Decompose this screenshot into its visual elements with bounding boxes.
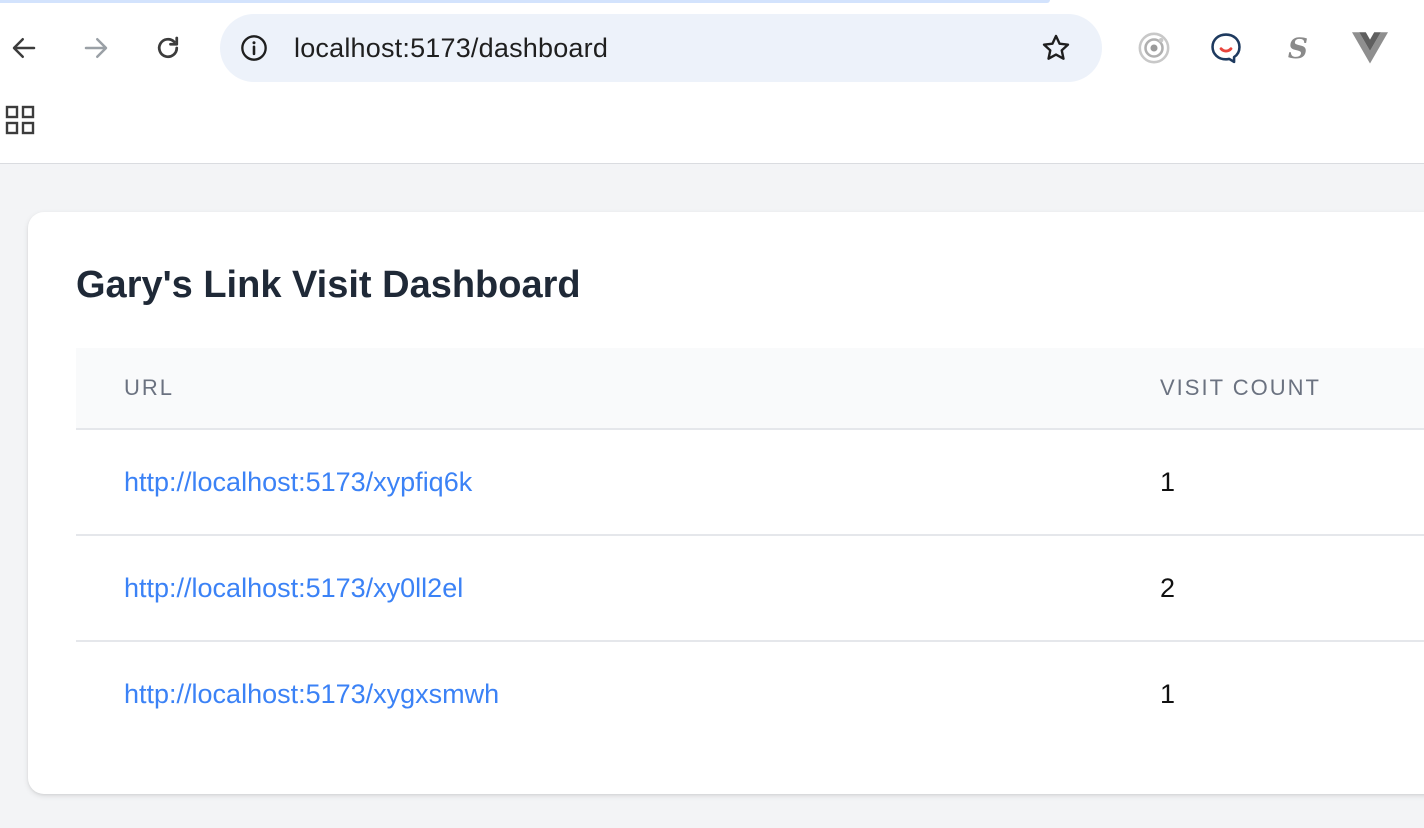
page-title: Gary's Link Visit Dashboard xyxy=(76,264,581,306)
forward-arrow-icon xyxy=(84,38,108,58)
link-url[interactable]: http://localhost:5173/xy0ll2el xyxy=(124,536,463,640)
table-row: http://localhost:5173/xypfiq6k 1 xyxy=(76,430,1424,536)
reload-icon xyxy=(157,36,179,59)
extension-vue-devtools[interactable] xyxy=(1346,24,1394,72)
extension-chat[interactable] xyxy=(1202,24,1250,72)
vue-devtools-icon xyxy=(1352,32,1388,64)
back-button[interactable] xyxy=(0,24,48,72)
table-row: http://localhost:5173/xy0ll2el 2 xyxy=(76,536,1424,642)
target-icon xyxy=(1138,32,1170,64)
forward-button[interactable] xyxy=(72,24,120,72)
link-url[interactable]: http://localhost:5173/xygxsmwh xyxy=(124,642,499,746)
visit-count: 1 xyxy=(1160,679,1176,709)
address-bar-url[interactable]: localhost:5173/dashboard xyxy=(294,14,608,82)
visit-count: 2 xyxy=(1160,573,1176,603)
column-header-url: URL xyxy=(124,375,175,400)
back-arrow-icon xyxy=(12,38,36,58)
apps-button[interactable] xyxy=(4,104,38,138)
table-row: http://localhost:5173/xygxsmwh 1 xyxy=(76,642,1424,748)
address-bar[interactable]: localhost:5173/dashboard xyxy=(220,14,1102,82)
s-letter-icon: S xyxy=(1287,31,1309,65)
table-header: URL VISIT COUNT xyxy=(76,348,1424,430)
extension-target[interactable] xyxy=(1130,24,1178,72)
visits-table: URL VISIT COUNT http://localhost:5173/xy… xyxy=(76,348,1424,748)
reload-button[interactable] xyxy=(144,24,192,72)
link-url[interactable]: http://localhost:5173/xypfiq6k xyxy=(124,430,472,534)
apps-grid-icon xyxy=(5,105,35,135)
dashboard-card: Gary's Link Visit Dashboard URL VISIT CO… xyxy=(28,212,1424,794)
extension-s[interactable]: S xyxy=(1274,24,1322,72)
browser-toolbar: localhost:5173/dashboard S xyxy=(0,0,1424,164)
info-icon xyxy=(241,35,267,61)
star-icon xyxy=(1042,34,1070,60)
chat-bubble-icon xyxy=(1211,33,1241,64)
visit-count: 1 xyxy=(1160,467,1176,497)
bookmark-button[interactable] xyxy=(1036,28,1076,68)
active-tab-edge xyxy=(0,0,1050,3)
site-info-button[interactable] xyxy=(234,28,274,68)
column-header-visit-count: VISIT COUNT xyxy=(1160,375,1321,400)
